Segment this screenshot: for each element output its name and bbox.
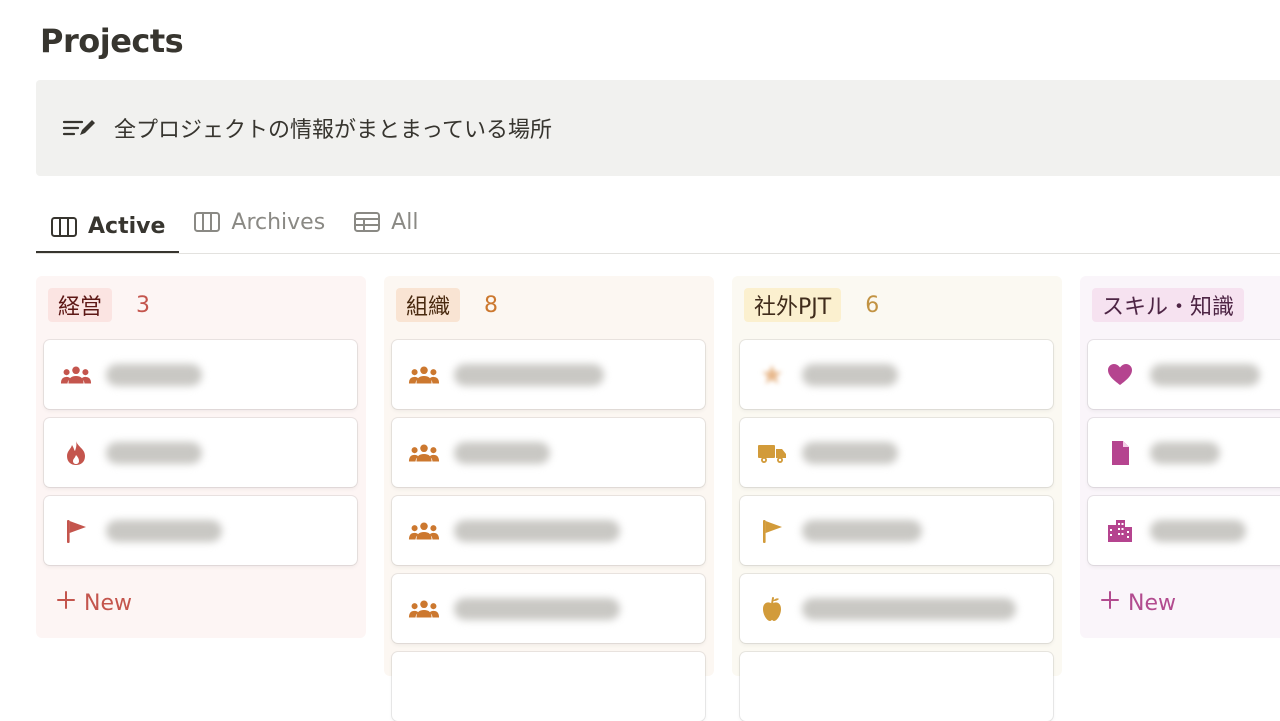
plus-icon [56, 590, 76, 616]
star-icon [756, 363, 788, 387]
column-header: 経営 3 [48, 288, 150, 322]
board-card[interactable] [740, 574, 1053, 643]
column-header: 組織 8 [396, 288, 498, 322]
tabs-divider [36, 253, 1280, 254]
board-column-keiei: 経営 3 New [36, 276, 366, 638]
new-card-button[interactable]: New [56, 590, 132, 616]
tab-active[interactable]: Active [36, 196, 180, 254]
board-card[interactable] [1088, 496, 1280, 565]
board-column-skill: スキル・知識 New [1080, 276, 1280, 638]
team-icon [408, 519, 440, 543]
board-column-shagai-pjt: 社外PJT 6 [732, 276, 1062, 721]
column-header: 社外PJT 6 [744, 288, 879, 322]
fire-icon [60, 440, 92, 465]
page-title: Projects [40, 22, 184, 60]
flag-icon [756, 519, 788, 543]
column-count: 6 [865, 292, 880, 318]
card-title [106, 363, 202, 386]
description-callout: 全プロジェクトの情報がまとまっている場所 [36, 80, 1280, 176]
tab-label: Active [88, 214, 166, 239]
board-card[interactable] [740, 418, 1053, 487]
column-count: 3 [136, 292, 151, 318]
board-card[interactable] [392, 340, 705, 409]
tab-all[interactable]: All [339, 196, 432, 248]
flag-icon [60, 519, 92, 543]
board-card[interactable] [740, 652, 1053, 721]
table-icon [353, 211, 381, 233]
tab-label: Archives [231, 209, 326, 235]
card-title [1150, 441, 1220, 464]
card-title [454, 363, 604, 386]
board-card[interactable] [392, 496, 705, 565]
board-card[interactable] [392, 418, 705, 487]
card-title [454, 519, 620, 542]
board-card[interactable] [1088, 340, 1280, 409]
tab-archives[interactable]: Archives [179, 196, 339, 248]
team-icon [408, 597, 440, 621]
board-card[interactable] [392, 574, 705, 643]
document-icon [1104, 440, 1136, 465]
heart-icon [1104, 363, 1136, 387]
card-title [802, 597, 1016, 620]
board-icon [50, 216, 78, 238]
column-label[interactable]: 社外PJT [744, 288, 842, 322]
board-column-soshiki: 組織 8 [384, 276, 714, 721]
card-title [106, 441, 202, 464]
card-title [802, 441, 898, 464]
new-label: New [84, 590, 132, 616]
edit-text-icon [62, 116, 98, 140]
card-title [454, 441, 550, 464]
board-card[interactable] [44, 340, 357, 409]
board-card[interactable] [740, 340, 1053, 409]
board-card[interactable] [740, 496, 1053, 565]
new-card-button[interactable]: New [1100, 590, 1176, 616]
building-icon [1104, 519, 1136, 543]
team-icon [408, 363, 440, 387]
board-card[interactable] [1088, 418, 1280, 487]
column-count: 8 [484, 292, 499, 318]
board-icon [193, 211, 221, 233]
column-header: スキル・知識 [1092, 288, 1268, 322]
board-card[interactable] [44, 496, 357, 565]
new-label: New [1128, 590, 1176, 616]
truck-icon [756, 441, 788, 465]
card-title [1150, 363, 1260, 386]
column-label[interactable]: スキル・知識 [1092, 288, 1245, 322]
card-title [1150, 519, 1246, 542]
view-tabs: Active Archives All [36, 196, 432, 254]
board-card[interactable] [44, 418, 357, 487]
board-card[interactable] [392, 652, 705, 721]
apple-icon [756, 596, 788, 621]
card-title [802, 363, 898, 386]
column-label[interactable]: 組織 [396, 288, 461, 322]
team-icon [408, 441, 440, 465]
team-icon [60, 363, 92, 387]
column-label[interactable]: 経営 [48, 288, 113, 322]
tab-label: All [391, 209, 419, 235]
card-title [106, 519, 222, 542]
card-title [802, 519, 922, 542]
card-title [454, 597, 620, 620]
plus-icon [1100, 590, 1120, 616]
description-text: 全プロジェクトの情報がまとまっている場所 [114, 118, 553, 143]
